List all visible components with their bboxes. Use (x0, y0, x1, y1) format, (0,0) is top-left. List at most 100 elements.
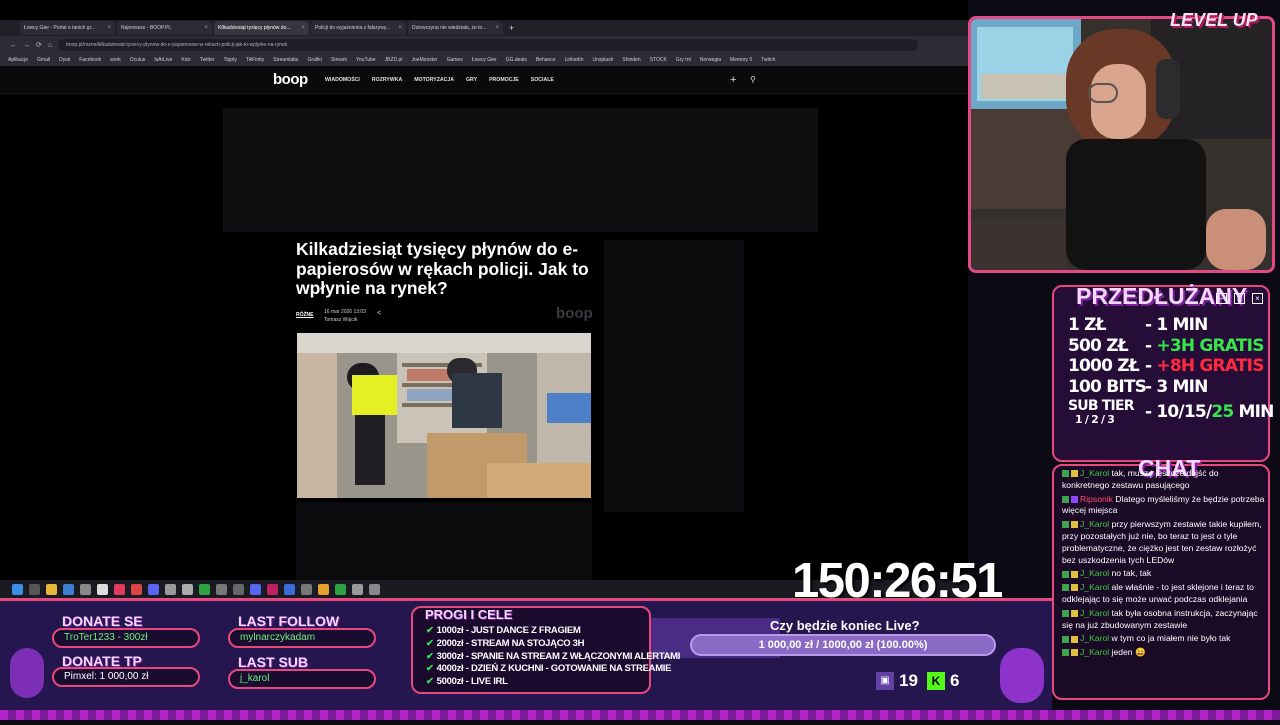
browser-tab[interactable]: Kilkadziesiąt tysięcy płynów do... × (214, 21, 309, 35)
share-icon[interactable]: < (377, 310, 381, 317)
badge-icon (1071, 521, 1078, 529)
browser-tab[interactable]: Najnowsze - BOOP.PL × (117, 21, 212, 35)
bookmark-item[interactable]: Stream (331, 57, 347, 63)
nav-link[interactable]: PROMOCJE (489, 77, 519, 83)
home-icon[interactable]: ⌂ (48, 42, 52, 49)
taskbar-app-icon[interactable] (284, 583, 295, 595)
goal-text: 2000zł - STREAM NA STOJĄCO 3H (436, 637, 585, 649)
bookmark-item[interactable]: Shinden (622, 57, 640, 63)
chat-text: no tak, tak (1111, 568, 1152, 579)
new-tab-icon[interactable]: + (509, 23, 514, 33)
badge-icon (1071, 610, 1078, 617)
bookmark-item[interactable]: Aplikacje (8, 57, 28, 63)
bookmark-item[interactable]: Unsplash (593, 57, 614, 63)
bookmark-item[interactable]: Memory 5 (730, 57, 752, 63)
bookmark-item[interactable]: GG.deals (506, 57, 527, 63)
taskbar-app-icon[interactable] (250, 583, 261, 595)
badge-icon (1062, 521, 1069, 529)
taskbar-app-icon[interactable] (131, 583, 142, 595)
goal-item: ✔ 2000zł - STREAM NA STOJĄCO 3H (426, 637, 585, 649)
chat-username[interactable]: J_Karol (1080, 568, 1109, 578)
nav-link[interactable]: WIADOMOŚCI (325, 77, 360, 83)
taskbar-app-icon[interactable] (352, 583, 363, 595)
bookmark-item[interactable]: Gry tnt (676, 57, 691, 63)
price-reward: - +8H GRATIS (1145, 356, 1264, 376)
nav-link[interactable]: GRY (466, 77, 477, 83)
site-logo[interactable]: boop (273, 71, 308, 88)
taskbar-app-icon[interactable] (63, 583, 74, 595)
taskbar-app-icon[interactable] (301, 583, 312, 595)
discord-icon[interactable] (148, 583, 159, 595)
close-icon[interactable]: × (495, 25, 499, 31)
folder-icon[interactable] (46, 583, 57, 595)
taskbar-app-icon[interactable] (216, 583, 227, 595)
bookmark-item[interactable]: Kick (181, 57, 190, 63)
browser-tab[interactable]: Policji do wyjaśnienia z fałszywy... × (311, 21, 406, 35)
bookmark-item[interactable]: Dysk (59, 57, 70, 63)
bookmark-item[interactable]: JoeMonster (411, 57, 437, 63)
nav-link[interactable]: MOTORYZACJA (414, 77, 454, 83)
nav-link[interactable]: SOCIALE (531, 77, 554, 83)
chrome-icon[interactable] (318, 583, 329, 595)
goal-text: 5000zł - LIVE IRL (436, 676, 508, 688)
article-author[interactable]: Tomasz Wójcik (324, 316, 366, 324)
plus-icon[interactable]: + (730, 74, 736, 86)
bookmark-item[interactable]: LinkedIn (565, 57, 584, 63)
bookmark-item[interactable]: TikFinity (246, 57, 264, 63)
taskbar-app-icon[interactable] (29, 583, 40, 595)
taskbar-app-icon[interactable] (369, 583, 380, 595)
bookmark-item[interactable]: Gmail (37, 57, 50, 63)
taskbar-app-icon[interactable] (97, 583, 108, 595)
bookmark-item[interactable]: Oculus (130, 57, 146, 63)
chat-username[interactable]: J_Karol (1080, 608, 1109, 618)
taskbar-app-icon[interactable] (335, 583, 346, 595)
reload-icon[interactable]: ⟳ (36, 41, 42, 49)
browser-tab[interactable]: Łowcy Gier - Portal o tanich gr... × (20, 21, 115, 35)
bookmark-item[interactable]: Streamlabs (273, 57, 298, 63)
bookmark-item[interactable]: Norwegia (700, 57, 721, 63)
xbox-icon[interactable] (199, 583, 210, 595)
bookmark-item[interactable]: STOCK (650, 57, 667, 63)
bookmark-item[interactable]: Twitter (200, 57, 215, 63)
chat-username[interactable]: Ripsonik (1080, 494, 1113, 504)
chat-username[interactable]: J_Karol (1080, 468, 1109, 478)
chat-username[interactable]: J_Karol (1080, 647, 1109, 657)
nav-link[interactable]: ROZRYWKA (372, 77, 402, 83)
close-icon[interactable]: × (398, 25, 402, 31)
article-category[interactable]: RÓŻNE (296, 312, 314, 318)
back-icon[interactable]: ← (10, 42, 17, 49)
chat-username[interactable]: J_Karol (1080, 519, 1109, 529)
close-icon[interactable]: × (204, 25, 208, 31)
price-amount: 100 BITS (1068, 376, 1147, 397)
taskbar-app-icon[interactable] (182, 583, 193, 595)
windows-start-icon[interactable] (12, 583, 23, 595)
forward-icon[interactable]: → (23, 42, 30, 49)
bookmark-item[interactable]: Games (447, 57, 463, 63)
taskbar-app-icon[interactable] (233, 583, 244, 595)
bookmark-item[interactable]: work (110, 57, 121, 63)
bookmark-item[interactable]: JBZD.pl (385, 57, 403, 63)
chat-username[interactable]: J_Karol (1080, 582, 1109, 592)
close-icon[interactable]: × (107, 25, 111, 31)
taskbar-app-icon[interactable] (114, 583, 125, 595)
bookmark-item[interactable]: Facebook (79, 57, 101, 63)
browser-tab[interactable]: Dziewczyna nie wiedziała, że to... × (408, 21, 503, 35)
bookmark-item[interactable]: Twitch (761, 57, 775, 63)
goal-text: 1000zł - JUST DANCE Z FRAGIEM (436, 625, 581, 636)
bookmark-item[interactable]: YouTube (356, 57, 376, 63)
search-icon[interactable]: ⚲ (750, 75, 756, 84)
bookmark-item[interactable]: Grafiki (307, 57, 321, 63)
bookmark-item[interactable]: Tipply (224, 57, 237, 63)
chat-message: J_Karol tak, muszę jeszcze dojść do konk… (1062, 468, 1266, 492)
taskbar-app-icon[interactable] (165, 583, 176, 595)
goal-item: ✔ 1000zł - JUST DANCE Z FRAGIEM (426, 625, 581, 636)
bookmark-item[interactable]: Behance (536, 57, 556, 63)
taskbar-app-icon[interactable] (80, 583, 91, 595)
bookmark-item[interactable]: IsArLive (154, 57, 172, 63)
close-icon[interactable]: × (301, 25, 305, 31)
url-input[interactable]: boop.pl/rozne/kilkadziesiat-tysiecy-plyn… (58, 39, 919, 51)
taskbar-app-icon[interactable] (267, 583, 278, 595)
check-icon: ✔ (426, 637, 434, 649)
chat-username[interactable]: J_Karol (1080, 633, 1109, 643)
bookmark-item[interactable]: Łowcy Gier (472, 57, 497, 63)
